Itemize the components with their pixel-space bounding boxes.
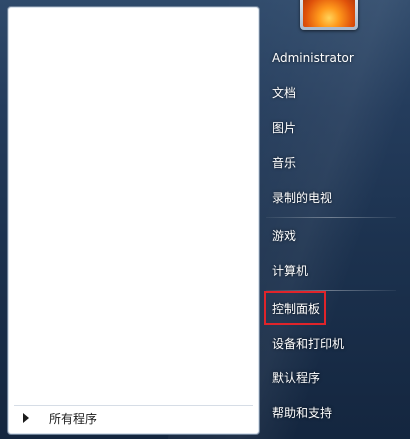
music-link[interactable]: 音乐 — [262, 146, 398, 178]
separator — [266, 217, 396, 218]
devices-printers-link[interactable]: 设备和打印机 — [262, 327, 398, 359]
recorded-tv-link[interactable]: 录制的电视 — [262, 181, 398, 213]
default-programs-link[interactable]: 默认程序 — [262, 361, 398, 393]
computer-link[interactable]: 计算机 — [262, 254, 398, 286]
all-programs-button[interactable]: 所有程序 — [14, 405, 253, 430]
all-programs-label: 所有程序 — [49, 411, 98, 426]
start-menu: 所有程序 Administrator 文档 图片 音乐 录制的电视 游戏 计算机… — [0, 0, 410, 439]
arrow-right-icon — [23, 413, 29, 423]
control-panel-highlight-box — [264, 291, 326, 325]
flower-picture-icon — [303, 0, 355, 27]
pictures-link[interactable]: 图片 — [262, 111, 398, 143]
user-folder-link[interactable]: Administrator — [262, 42, 398, 74]
documents-link[interactable]: 文档 — [262, 76, 398, 108]
help-support-link[interactable]: 帮助和支持 — [262, 396, 398, 428]
user-avatar[interactable] — [300, 0, 358, 30]
programs-panel: 所有程序 — [7, 6, 260, 435]
games-link[interactable]: 游戏 — [262, 219, 398, 251]
